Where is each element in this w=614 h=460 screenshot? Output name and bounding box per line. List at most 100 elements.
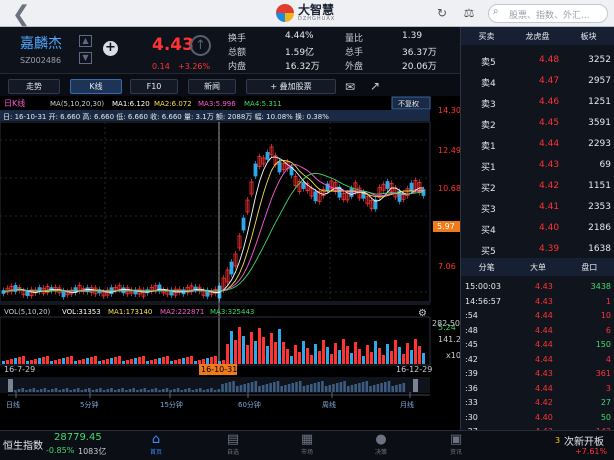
order-book-row[interactable]: 卖2 4.45 3591 — [461, 114, 614, 135]
order-book-row[interactable]: 卖1 4.44 2293 — [461, 135, 614, 156]
period-option[interactable]: 60分钟 — [238, 400, 261, 409]
trade-volume: 3438 — [590, 282, 611, 291]
nav-news[interactable]: ▣ 资讯 — [441, 433, 471, 457]
stock-name: 嘉麟杰 — [20, 36, 62, 52]
trade-time: 14:56:57 — [465, 296, 501, 306]
nav-market[interactable]: ▦ 市场 — [292, 433, 322, 457]
order-book-row[interactable]: 卖5 4.48 3252 — [461, 51, 614, 72]
minimap-bar — [398, 384, 402, 392]
order-book-row[interactable]: 买2 4.42 1151 — [461, 177, 614, 198]
minimap-bar — [369, 386, 372, 392]
share-icon[interactable]: ↗ — [370, 79, 380, 93]
minimap-bar — [358, 383, 361, 392]
volume-bar — [330, 354, 333, 364]
stat-label: 外盘 — [345, 62, 364, 72]
trade-time: :36 — [465, 383, 478, 393]
volume-bar — [102, 360, 105, 364]
index-name[interactable]: 恒生指数 — [3, 437, 43, 452]
minimap-bar — [158, 390, 161, 392]
volume-bar — [142, 356, 145, 364]
volume-bar — [258, 328, 261, 364]
volume-bars — [2, 327, 425, 364]
volume-bar — [338, 350, 341, 364]
trade-volume: 3 — [605, 383, 611, 393]
trades-header: 分笔 大单 盘口 — [461, 258, 614, 276]
order-book-row[interactable]: 买3 4.41 2353 — [461, 198, 614, 219]
back-icon[interactable]: ❮ — [12, 2, 30, 27]
trade-time: :33 — [465, 398, 478, 407]
trade-row: :33 4.42 27 — [461, 397, 614, 411]
volume-bar — [26, 361, 29, 364]
minimap-bar — [69, 390, 73, 392]
period-option[interactable]: 月线 — [400, 400, 414, 409]
refresh-icon[interactable]: ↻ — [435, 6, 449, 20]
price-tick: 10.68 — [438, 184, 460, 193]
tab-handicap[interactable]: 盘口 — [564, 262, 614, 273]
trade-price: 4.43 — [535, 369, 553, 378]
minimap-bar — [239, 385, 243, 392]
volume-bar — [46, 356, 49, 364]
minimap-bar — [132, 388, 135, 392]
tab-news[interactable]: 新闻 — [188, 79, 236, 94]
drawing-icon[interactable]: ✉ — [345, 80, 355, 94]
search-input[interactable]: 股票、指数、外汇... — [488, 4, 608, 23]
tab-ticks[interactable]: 分笔 — [461, 262, 512, 273]
volume-bar — [138, 357, 141, 364]
app-logo: 大智慧 DZHGHUAX — [276, 4, 335, 22]
tab-dragon-tiger[interactable]: 龙虎盘 — [512, 31, 563, 42]
current-price: 4.43 — [152, 35, 194, 55]
volume-bar — [2, 361, 5, 364]
kline-chart-area[interactable]: 日K线 MA(5,10,20,30) MA1:6.120 MA2:6.072 M… — [0, 96, 466, 430]
order-book-row[interactable]: 买4 4.40 2186 — [461, 219, 614, 240]
range-handle-right[interactable] — [413, 379, 418, 392]
volume-bar — [310, 355, 313, 364]
range-handle-left[interactable] — [8, 379, 13, 392]
volume-bar — [238, 327, 241, 364]
order-book-row[interactable]: 卖3 4.46 1251 — [461, 93, 614, 114]
volume-bar — [106, 359, 109, 364]
order-book-row[interactable]: 卖4 4.47 2957 — [461, 72, 614, 93]
tab-timeshare[interactable]: 走势 — [8, 79, 60, 94]
volume-bar — [422, 353, 425, 364]
add-watchlist-button[interactable]: + — [103, 41, 118, 56]
period-option[interactable]: 15分钟 — [160, 400, 183, 409]
minimap-bar — [273, 382, 276, 392]
tab-bidask[interactable]: 买卖 — [461, 31, 512, 42]
order-volume: 1638 — [588, 244, 611, 254]
nav-watchlist[interactable]: ▤ 自选 — [218, 433, 248, 457]
tab-kline[interactable]: K线 — [70, 79, 122, 94]
minimap-bar — [339, 382, 343, 392]
volume-bar — [390, 351, 393, 364]
prev-stock-button[interactable]: ▲ — [79, 35, 92, 47]
volume-bar — [306, 348, 309, 364]
minimap-bar — [162, 389, 165, 392]
trade-volume: 50 — [600, 412, 611, 422]
period-option[interactable]: 周线 — [322, 400, 336, 409]
trade-time: 15:00:03 — [465, 282, 501, 291]
volume-bar — [10, 359, 13, 364]
period-option[interactable]: 5分钟 — [80, 400, 98, 409]
adjust-label: 不复权 — [398, 99, 419, 108]
news-headline[interactable]: 次新开板 — [564, 433, 604, 448]
minimap-bar — [91, 390, 95, 392]
balance-icon[interactable]: ⚖ — [462, 6, 476, 20]
tab-sector[interactable]: 板块 — [563, 31, 614, 42]
order-book-row[interactable]: 买1 4.43 69 — [461, 156, 614, 177]
volume-bar — [410, 350, 413, 364]
vol-ma2-label: MA2:222871 — [160, 308, 204, 316]
volume-bar — [150, 360, 153, 364]
nav-home[interactable]: ⌂ 首页 — [141, 433, 171, 457]
tab-overlay-stock[interactable]: + 叠加股票 — [246, 79, 336, 94]
trade-volume: 10 — [600, 311, 611, 320]
order-price: 4.45 — [539, 118, 560, 128]
nav-decision[interactable]: ● 决策 — [366, 433, 396, 457]
next-stock-button[interactable]: ▼ — [79, 52, 92, 64]
stat-value: 36.37万 — [402, 48, 437, 58]
tab-big-orders[interactable]: 大单 — [512, 262, 563, 273]
kline-chart[interactable]: 日K线 MA(5,10,20,30) MA1:6.120 MA2:6.072 M… — [0, 96, 466, 430]
volume-bar — [318, 351, 321, 364]
tab-f10[interactable]: F10 — [130, 79, 178, 94]
stat-value: 20.06万 — [402, 62, 437, 72]
price-up-icon: ↑ — [190, 35, 211, 56]
period-option[interactable]: 日线 — [6, 400, 20, 409]
